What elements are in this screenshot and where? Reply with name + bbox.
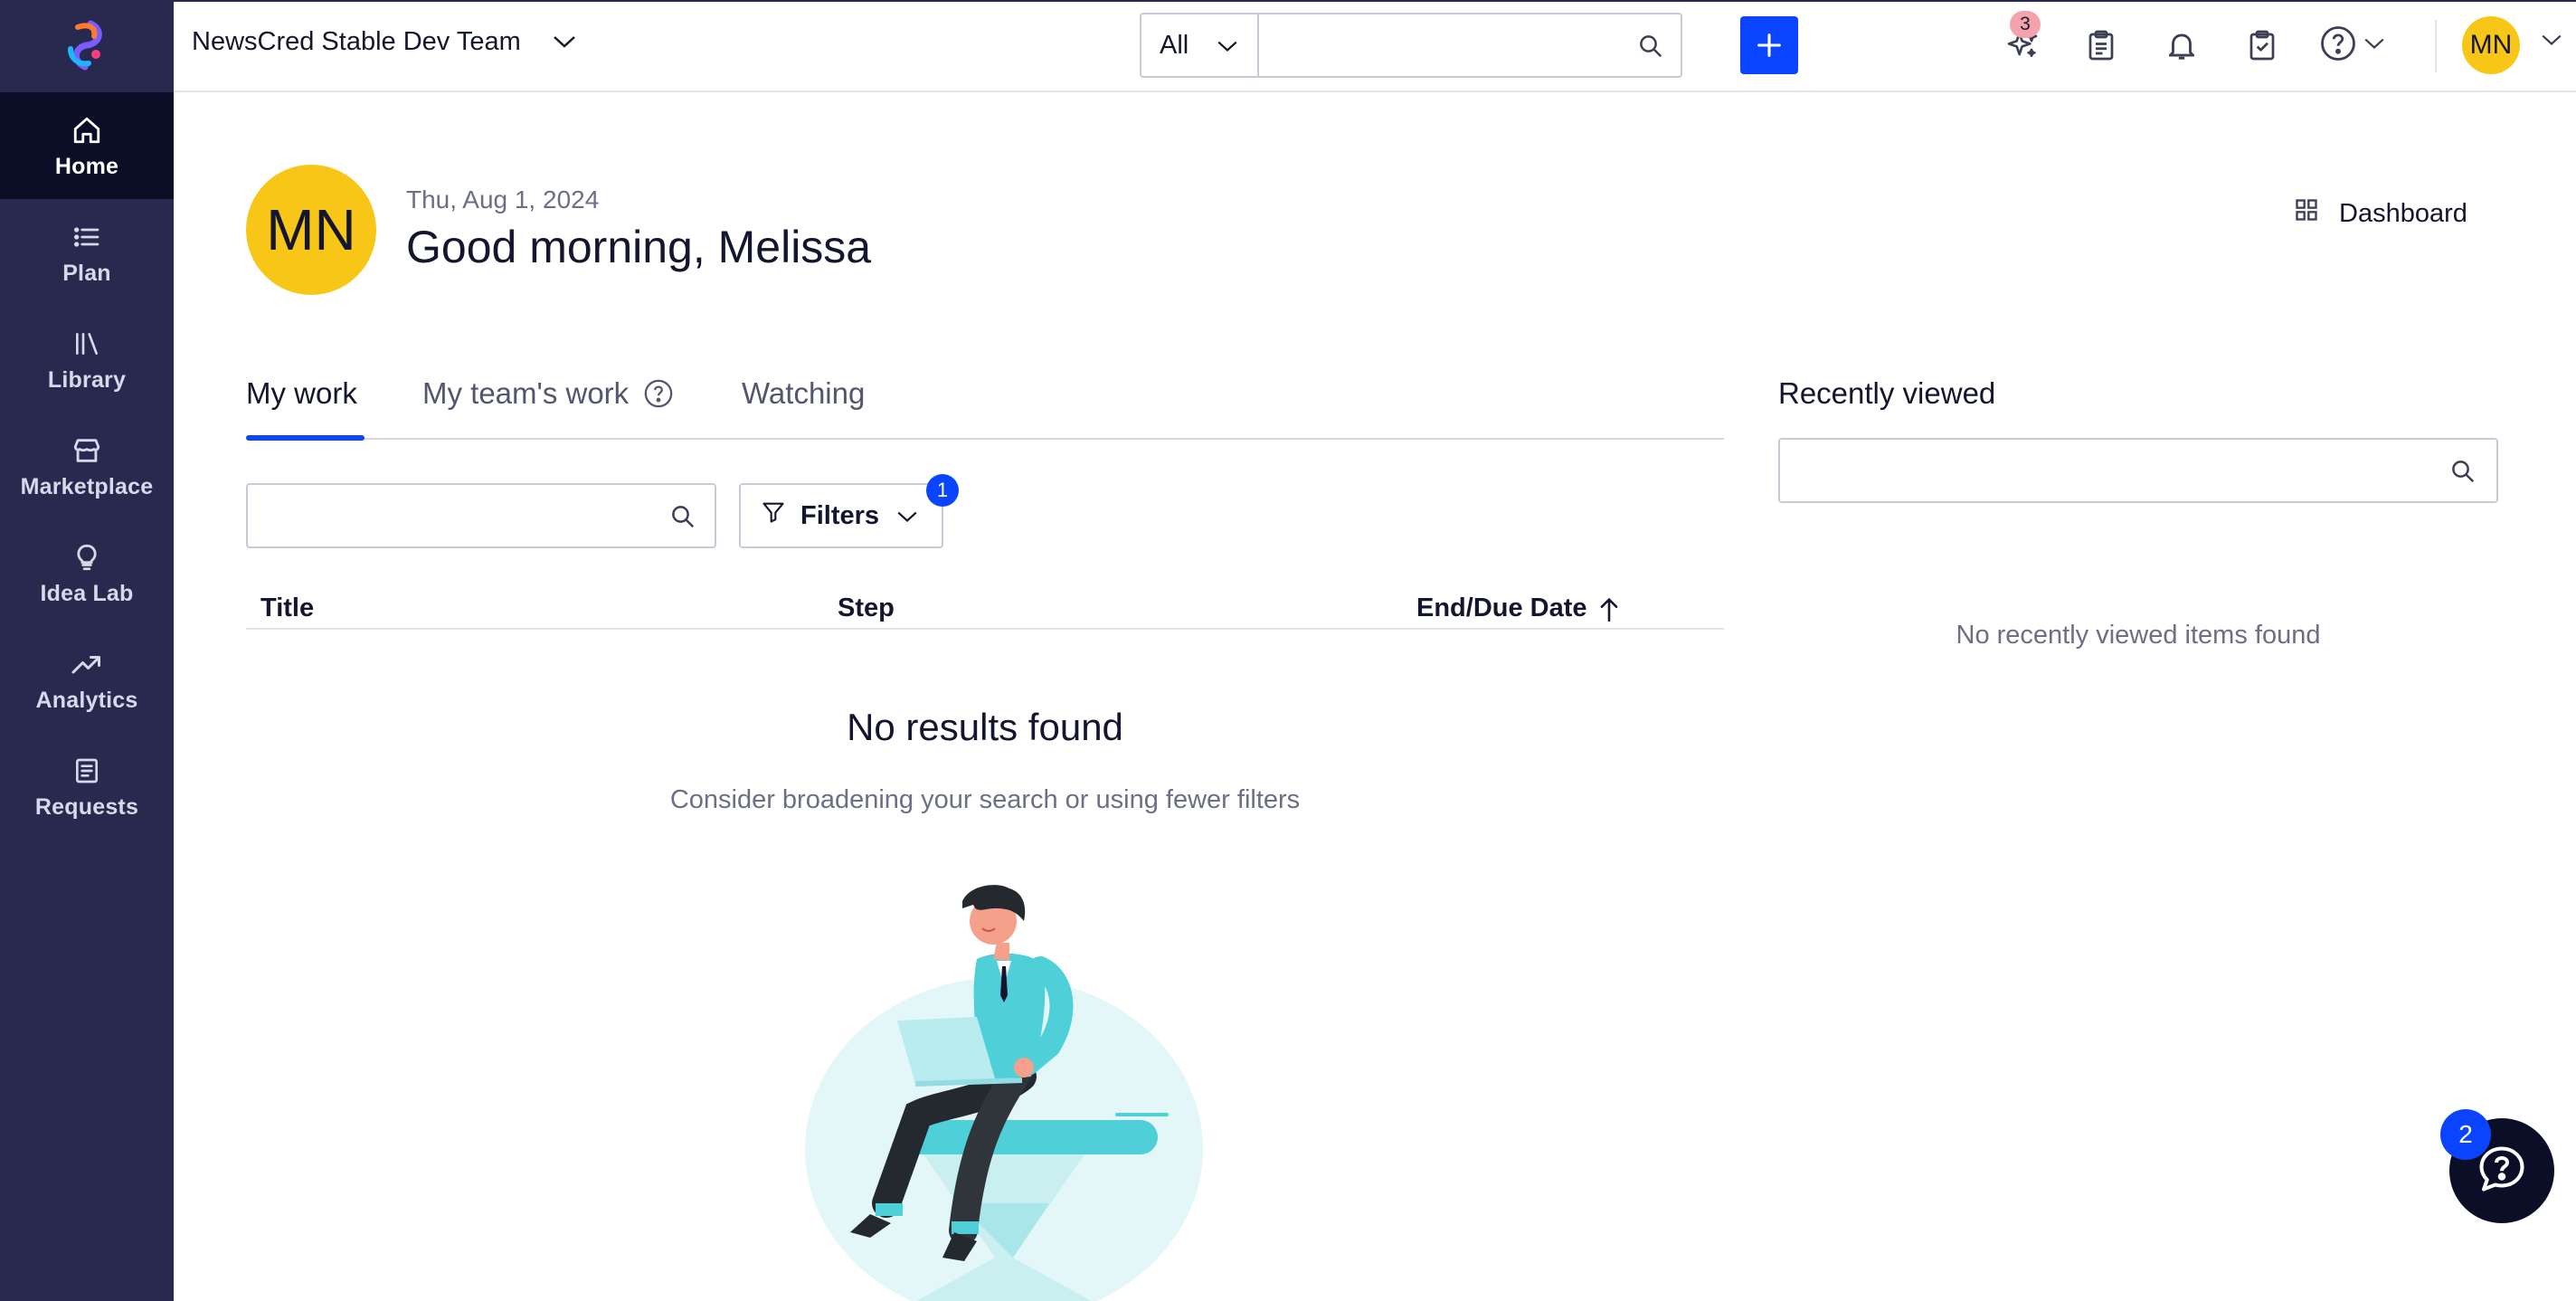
sidebar-item-label: Marketplace bbox=[20, 473, 154, 499]
sidebar-item-label: Requests bbox=[34, 793, 139, 820]
dashboard-label: Dashboard bbox=[2339, 198, 2467, 228]
search-scope-value: All bbox=[1160, 30, 1189, 60]
sidebar-item-plan[interactable]: Plan bbox=[0, 199, 174, 306]
tab-label: Watching bbox=[742, 376, 866, 410]
sort-ascending-icon bbox=[1598, 595, 1620, 622]
sidebar-item-requests[interactable]: Requests bbox=[0, 733, 174, 840]
help-menu[interactable] bbox=[2319, 24, 2391, 67]
sidebar-item-label: Home bbox=[54, 153, 119, 179]
empty-state-title: No results found bbox=[847, 706, 1123, 748]
search-scope-select[interactable]: All bbox=[1140, 13, 1257, 78]
chevron-down-icon bbox=[1216, 31, 1239, 61]
column-header-step[interactable]: Step bbox=[838, 594, 895, 623]
help-circle-icon bbox=[2319, 24, 2357, 67]
list-icon bbox=[69, 219, 105, 255]
search-icon[interactable] bbox=[2449, 458, 2477, 489]
create-button[interactable] bbox=[1740, 16, 1798, 74]
team-name: NewsCred Stable Dev Team bbox=[192, 27, 521, 56]
notifications-badge: 3 bbox=[2010, 11, 2041, 38]
home-icon bbox=[69, 112, 105, 148]
sidebar-item-label: Analytics bbox=[35, 687, 138, 713]
global-search-field bbox=[1257, 13, 1682, 78]
library-icon bbox=[69, 326, 105, 362]
recently-viewed-empty-text: No recently viewed items found bbox=[1956, 621, 2321, 650]
topbar-divider bbox=[2435, 20, 2437, 72]
greeting-message: Good morning, Melissa bbox=[406, 222, 872, 272]
brand-logo-icon[interactable] bbox=[0, 0, 174, 90]
user-avatar[interactable]: MN bbox=[2462, 16, 2520, 74]
sidebar-item-idea-lab[interactable]: Idea Lab bbox=[0, 519, 174, 626]
team-switcher[interactable]: NewsCred Stable Dev Team bbox=[192, 27, 577, 57]
dashboard-button[interactable]: Dashboard bbox=[2294, 197, 2467, 230]
tab-label: My team's work bbox=[422, 376, 630, 410]
grid-icon bbox=[2294, 197, 2319, 230]
recently-viewed-title: Recently viewed bbox=[1778, 376, 1996, 410]
recently-viewed-search-input[interactable] bbox=[1780, 440, 2496, 501]
column-header-title[interactable]: Title bbox=[260, 594, 314, 623]
chevron-down-icon[interactable] bbox=[2540, 33, 2563, 52]
bell-icon[interactable] bbox=[2160, 24, 2203, 67]
empty-state-subtitle: Consider broadening your search or using… bbox=[669, 785, 1301, 814]
sidebar-item-label: Idea Lab bbox=[40, 580, 134, 606]
sidebar-item-marketplace[interactable]: Marketplace bbox=[0, 413, 174, 519]
work-search-input[interactable] bbox=[248, 485, 715, 546]
trend-icon bbox=[69, 646, 105, 682]
document-icon bbox=[69, 753, 105, 789]
work-search-field bbox=[246, 483, 716, 548]
lightbulb-icon bbox=[69, 539, 105, 575]
work-tabs: My work My team's work Watching bbox=[246, 367, 1724, 441]
work-table-header: Title Step End/Due Date bbox=[246, 586, 1724, 630]
sidebar-item-analytics[interactable]: Analytics bbox=[0, 626, 174, 733]
chevron-down-icon bbox=[2363, 36, 2386, 55]
empty-state-illustration bbox=[706, 878, 1248, 1301]
tab-watching[interactable]: Watching bbox=[742, 376, 865, 411]
sidebar: Home Plan Library Marketplace Idea Lab A… bbox=[0, 0, 174, 1301]
filters-count-badge: 1 bbox=[926, 474, 959, 507]
global-search-input[interactable] bbox=[1259, 14, 1681, 76]
filters-label: Filters bbox=[800, 500, 880, 530]
global-search: All bbox=[1140, 13, 1682, 78]
recently-viewed-search-field bbox=[1778, 438, 2498, 503]
tab-label: My work bbox=[246, 376, 357, 410]
search-icon[interactable] bbox=[1637, 33, 1664, 64]
tab-my-work[interactable]: My work bbox=[246, 376, 357, 411]
help-circle-icon[interactable] bbox=[643, 378, 674, 409]
top-accent-line bbox=[0, 0, 2576, 2]
current-date: Thu, Aug 1, 2024 bbox=[406, 185, 600, 214]
store-icon bbox=[69, 432, 105, 469]
column-header-end-due-date[interactable]: End/Due Date bbox=[1416, 594, 1620, 623]
sidebar-item-library[interactable]: Library bbox=[0, 306, 174, 413]
search-icon[interactable] bbox=[669, 503, 696, 535]
sidebar-item-label: Plan bbox=[62, 260, 111, 286]
chat-count-badge: 2 bbox=[2440, 1109, 2491, 1160]
filters-button[interactable]: Filters bbox=[739, 483, 943, 548]
tab-my-teams-work[interactable]: My team's work bbox=[422, 376, 674, 411]
chevron-down-icon bbox=[895, 501, 919, 531]
active-tab-indicator bbox=[246, 435, 365, 441]
sidebar-item-label: Library bbox=[47, 366, 127, 393]
greeting-avatar: MN bbox=[246, 165, 376, 295]
checklist-icon[interactable] bbox=[2240, 24, 2284, 67]
filter-icon bbox=[761, 499, 786, 532]
chevron-down-icon bbox=[552, 27, 577, 57]
sidebar-item-home[interactable]: Home bbox=[0, 92, 174, 199]
clipboard-icon[interactable] bbox=[2079, 24, 2123, 67]
